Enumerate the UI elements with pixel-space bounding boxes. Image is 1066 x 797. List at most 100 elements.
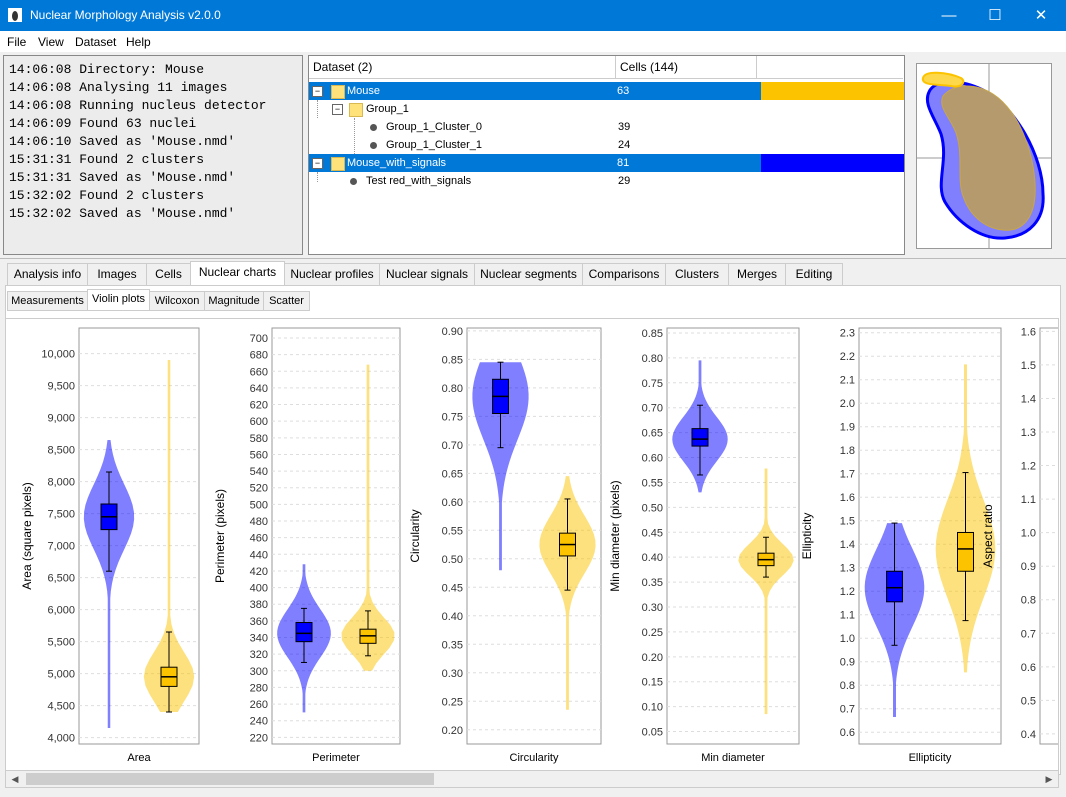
tick-label: 6,500	[47, 573, 75, 585]
tick-label: 1.6	[840, 492, 855, 504]
horizontal-scrollbar[interactable]: ◀ ▶	[5, 770, 1059, 788]
tick-label: 9,000	[47, 413, 75, 425]
collapse-toggle[interactable]: −	[332, 104, 343, 115]
menu-file[interactable]: File	[7, 35, 26, 49]
tick-label: 0.6	[840, 727, 855, 739]
tab-nuclear-charts[interactable]: Nuclear charts	[190, 261, 285, 286]
tree-row-test-red[interactable]: Test red_with_signals 29	[309, 172, 904, 190]
tick-label: 0.35	[442, 639, 463, 651]
menu-help[interactable]: Help	[126, 35, 151, 49]
tick-label: 0.85	[442, 354, 463, 366]
dataset-color-swatch[interactable]	[761, 154, 904, 172]
x-axis-label: Circularity	[510, 752, 559, 764]
violin-chart-area[interactable]: 10,000 9,500 9,000 8,500 8,000 7,500 7,000 6,50…	[5, 318, 1059, 772]
tick-label: 4,500	[47, 701, 75, 713]
violin-chart-perimeter: 700 680 660 640 620 600 580 560 540 520 500 480 460 4…	[213, 327, 401, 764]
tick-label: 620	[250, 400, 268, 412]
window-title: Nuclear Morphology Analysis v2.0.0	[30, 8, 221, 22]
tick-label: 10,000	[41, 349, 75, 361]
dataset-tree[interactable]: Dataset (2) Cells (144) − Mouse 63 − Gro…	[308, 55, 905, 255]
subtab-violin-plots[interactable]: Violin plots	[87, 289, 150, 311]
tree-row-label: Group_1	[366, 103, 409, 115]
menu-view[interactable]: View	[38, 35, 64, 49]
tick-label: 560	[250, 449, 268, 461]
tree-row-mouse[interactable]: − Mouse 63	[309, 82, 904, 100]
subtab-measurements[interactable]: Measurements	[7, 291, 88, 311]
tick-label: 1.4	[840, 539, 855, 551]
tab-clusters[interactable]: Clusters	[665, 263, 729, 285]
tree-row-label: Test red_with_signals	[366, 175, 472, 187]
tick-label: 0.55	[642, 477, 663, 489]
tick-label: 0.25	[442, 696, 463, 708]
tab-analysis-info[interactable]: Analysis info	[7, 263, 88, 285]
scroll-right-icon[interactable]: ▶	[1043, 771, 1055, 787]
column-header-dataset[interactable]: Dataset (2)	[309, 56, 616, 79]
log-line: 15:32:02 Found 2 clusters	[9, 188, 205, 203]
tick-label: 0.40	[442, 611, 463, 623]
tick-label: 4,000	[47, 733, 75, 745]
scroll-left-icon[interactable]: ◀	[9, 771, 21, 787]
collapse-toggle[interactable]: −	[312, 158, 323, 169]
tick-label: 0.75	[442, 411, 463, 423]
tick-label: 0.30	[442, 668, 463, 680]
nucleus-tip-outline	[921, 71, 965, 88]
tree-row-cluster-1[interactable]: Group_1_Cluster_1 24	[309, 136, 904, 154]
app-icon	[8, 8, 22, 22]
tick-label: 380	[250, 599, 268, 611]
tick-label: 0.20	[442, 725, 463, 737]
tick-label: 480	[250, 516, 268, 528]
tick-label: 1.3	[1021, 427, 1036, 439]
tab-cells[interactable]: Cells	[146, 263, 191, 285]
log-line: 15:31:31 Saved as 'Mouse.nmd'	[9, 170, 236, 185]
tick-label: 0.75	[642, 378, 663, 390]
tick-label: 0.65	[642, 428, 663, 440]
tab-nuclear-signals[interactable]: Nuclear signals	[379, 263, 475, 285]
tick-label: 2.0	[840, 398, 855, 410]
tick-label: 1.7	[840, 469, 855, 481]
tree-row-cluster-0[interactable]: Group_1_Cluster_0 39	[309, 118, 904, 154]
folder-icon	[331, 85, 345, 99]
tab-comparisons[interactable]: Comparisons	[582, 263, 666, 285]
tick-label: 500	[250, 499, 268, 511]
tree-row-mouse-with-signals[interactable]: − Mouse_with_signals 81	[309, 154, 904, 172]
maximize-button[interactable]: ☐	[972, 0, 1018, 31]
menu-dataset[interactable]: Dataset	[75, 35, 116, 49]
subtab-scatter[interactable]: Scatter	[263, 291, 310, 311]
column-header-cells[interactable]: Cells (144)	[616, 56, 757, 79]
column-header-color[interactable]	[757, 56, 903, 79]
tick-label: 0.45	[442, 582, 463, 594]
tick-label: 1.0	[840, 633, 855, 645]
y-axis-label: Area (square pixels)	[20, 482, 34, 589]
tab-images[interactable]: Images	[87, 263, 147, 285]
tick-label: 5,500	[47, 637, 75, 649]
log-panel[interactable]: 14:06:08 Directory: Mouse 14:06:08 Analy…	[3, 55, 303, 255]
tick-label: 0.50	[442, 554, 463, 566]
minimize-button[interactable]: —	[926, 0, 972, 31]
tick-label: 0.55	[442, 525, 463, 537]
violin-chart-area: 10,000 9,500 9,000 8,500 8,000 7,500 7,000 6,50…	[20, 327, 200, 764]
tick-label: 2.3	[840, 328, 855, 340]
tab-nuclear-segments[interactable]: Nuclear segments	[474, 263, 583, 285]
tab-merges[interactable]: Merges	[728, 263, 786, 285]
subtab-wilcoxon[interactable]: Wilcoxon	[149, 291, 205, 311]
subtab-magnitude[interactable]: Magnitude	[204, 291, 264, 311]
title-bar: Nuclear Morphology Analysis v2.0.0 — ☐ ✕	[0, 0, 1066, 31]
tick-label: 340	[250, 633, 268, 645]
collapse-toggle[interactable]: −	[312, 86, 323, 97]
tree-row-group[interactable]: − Group_1	[309, 100, 904, 118]
tab-nuclear-profiles[interactable]: Nuclear profiles	[284, 263, 380, 285]
tick-label: 7,000	[47, 541, 75, 553]
close-button[interactable]: ✕	[1018, 0, 1064, 31]
tree-row-label: Group_1_Cluster_1	[386, 139, 483, 151]
box	[886, 570, 903, 603]
scrollbar-thumb[interactable]	[26, 773, 434, 785]
tab-editing[interactable]: Editing	[785, 263, 843, 285]
tick-label: 0.20	[642, 652, 663, 664]
node-icon	[370, 142, 377, 149]
log-line: 15:32:02 Saved as 'Mouse.nmd'	[9, 206, 236, 221]
tree-row-label: Group_1_Cluster_0	[386, 121, 483, 133]
box	[691, 428, 709, 447]
y-axis-label: Circularity	[408, 509, 422, 562]
dataset-color-swatch[interactable]	[761, 82, 904, 100]
tick-label: 600	[250, 416, 268, 428]
